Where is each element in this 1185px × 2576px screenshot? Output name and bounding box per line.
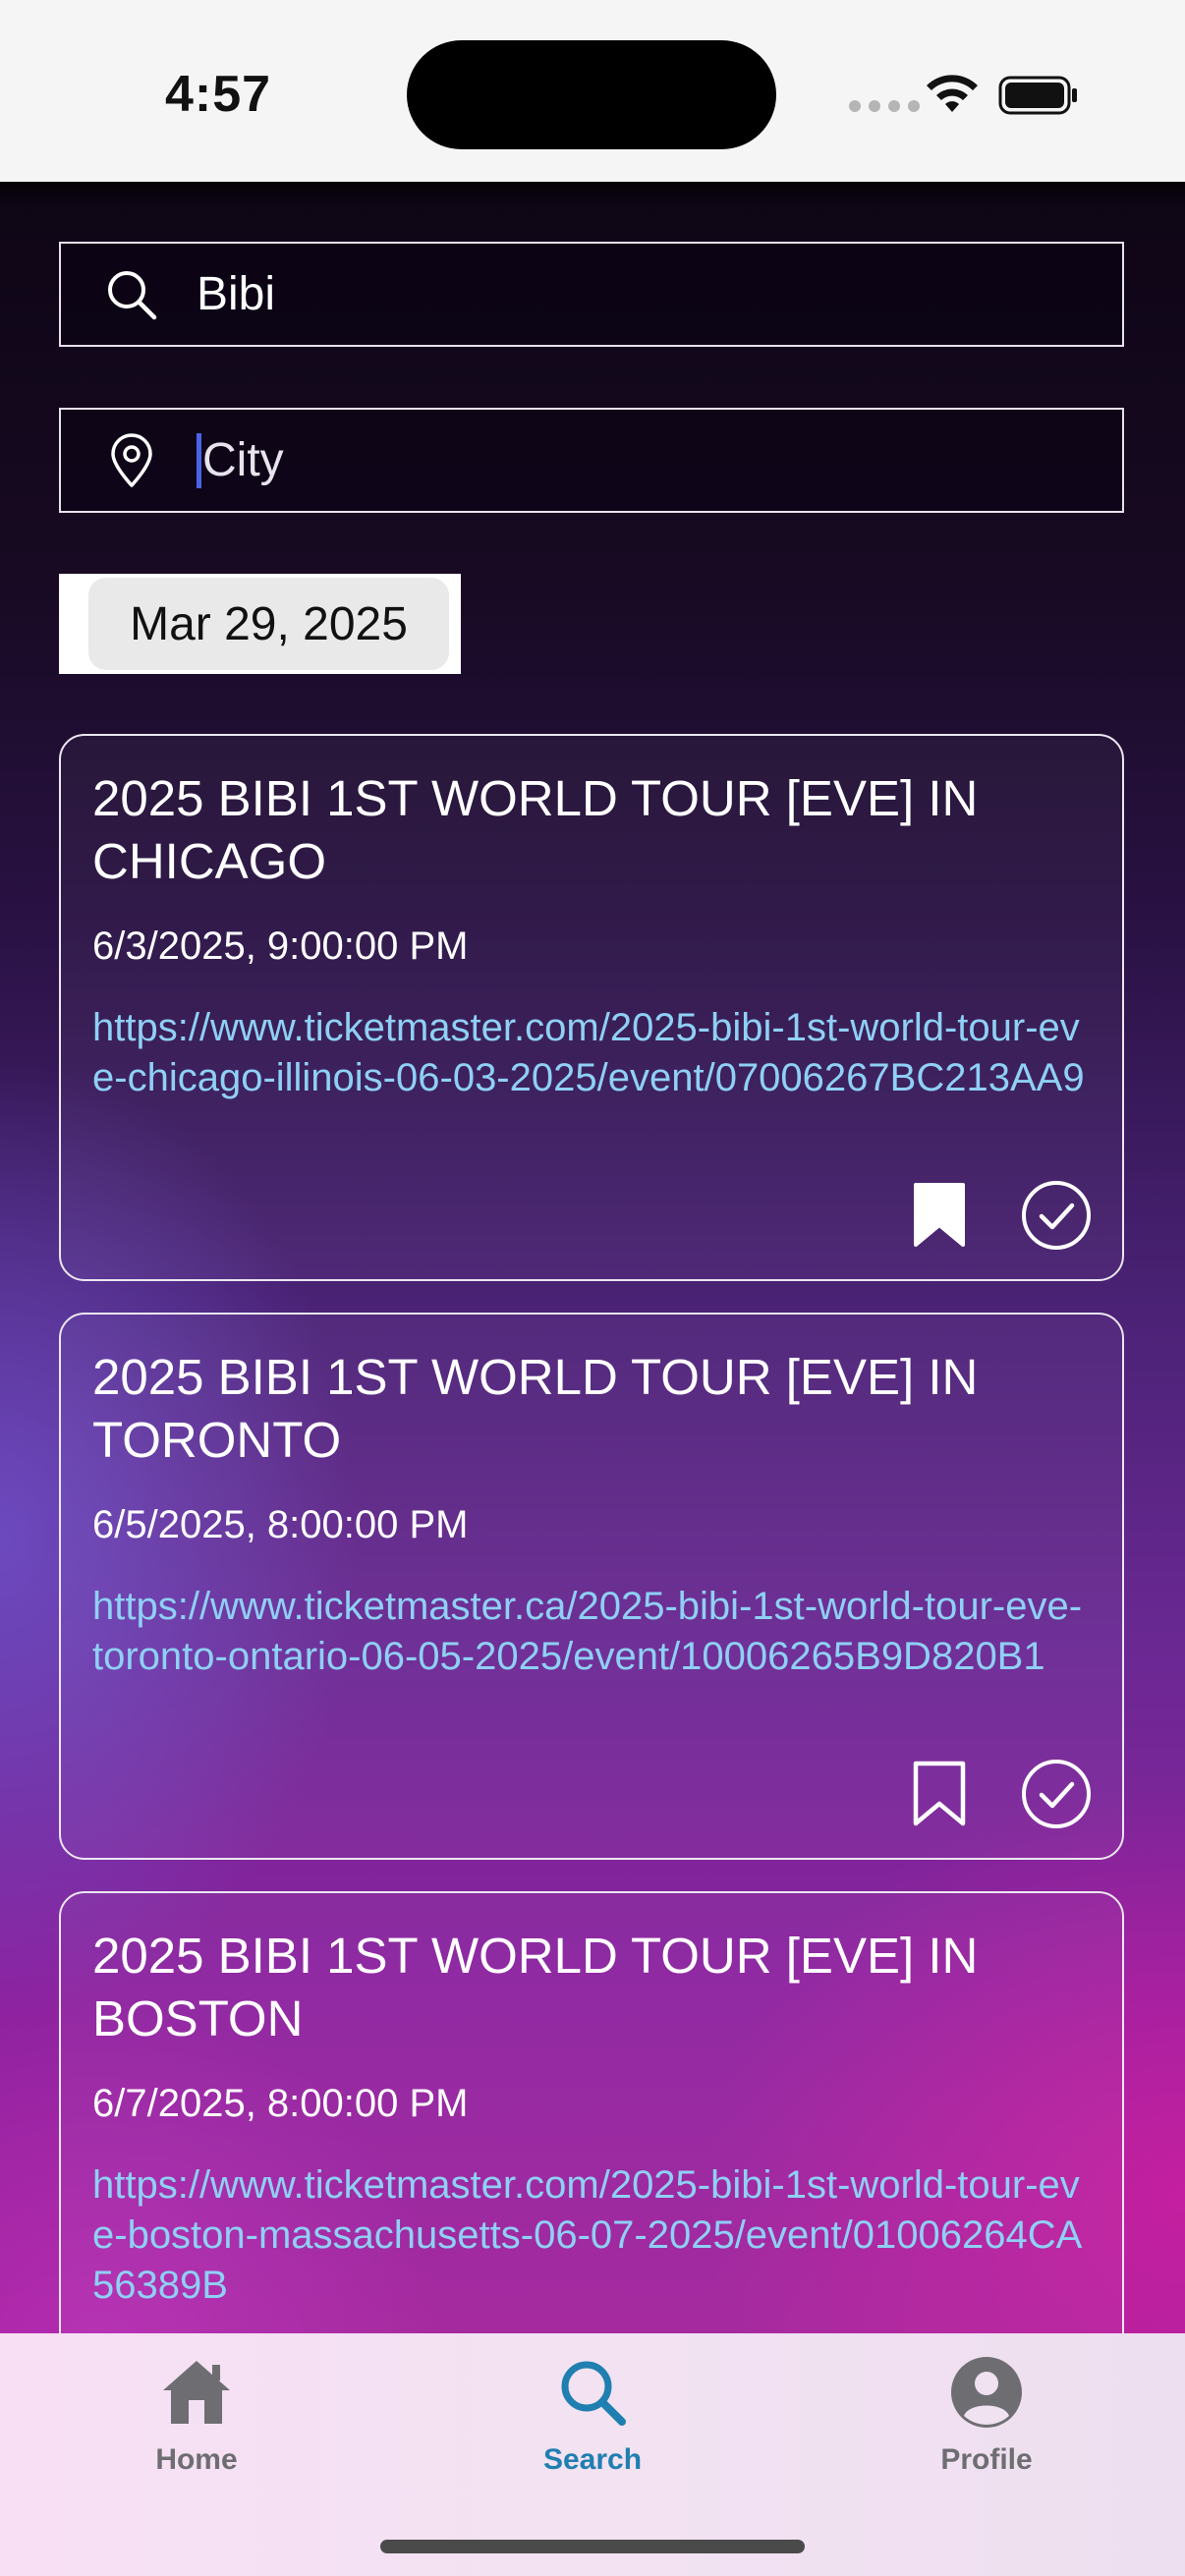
tab-home-label: Home bbox=[155, 2443, 238, 2476]
tab-search[interactable]: Search bbox=[475, 2355, 710, 2477]
tab-search-label: Search bbox=[542, 2443, 643, 2476]
date-picker[interactable]: Mar 29, 2025 bbox=[59, 574, 461, 674]
event-datetime: 6/5/2025, 8:00:00 PM bbox=[92, 1503, 469, 1546]
profile-icon bbox=[951, 2357, 1022, 2428]
event-card[interactable]: 2025 BIBI 1ST WORLD TOUR [EVE] IN TORONT… bbox=[59, 1313, 1124, 1860]
event-card[interactable]: 2025 BIBI 1ST WORLD TOUR [EVE] IN CHICAG… bbox=[59, 734, 1124, 1281]
event-actions bbox=[910, 1758, 1093, 1830]
event-link[interactable]: https://www.ticketmaster.ca/2025-bibi-1s… bbox=[92, 1582, 1085, 1682]
event-datetime: 6/7/2025, 8:00:00 PM bbox=[92, 2082, 469, 2125]
check-circle-icon[interactable] bbox=[1020, 1179, 1093, 1252]
text-cursor bbox=[197, 432, 201, 488]
bookmark-outline-icon[interactable] bbox=[910, 1761, 969, 1827]
dynamic-island bbox=[407, 40, 776, 149]
event-actions bbox=[910, 1179, 1093, 1252]
tab-profile-label: Profile bbox=[940, 2443, 1033, 2476]
city-input[interactable]: City bbox=[59, 408, 1124, 513]
date-picker-value[interactable]: Mar 29, 2025 bbox=[88, 578, 449, 670]
location-pin-icon bbox=[111, 432, 152, 487]
home-icon bbox=[163, 2361, 230, 2424]
search-query-text: Bibi bbox=[197, 268, 276, 320]
bookmark-filled-icon[interactable] bbox=[910, 1182, 969, 1249]
cellular-signal-icon bbox=[849, 100, 920, 112]
event-link[interactable]: https://www.ticketmaster.com/2025-bibi-1… bbox=[92, 2160, 1085, 2311]
search-icon bbox=[108, 270, 157, 319]
tab-profile[interactable]: Profile bbox=[869, 2355, 1104, 2477]
event-title: 2025 BIBI 1ST WORLD TOUR [EVE] IN CHICAG… bbox=[92, 770, 979, 889]
status-time: 4:57 bbox=[165, 66, 272, 123]
check-circle-icon[interactable] bbox=[1020, 1758, 1093, 1830]
event-datetime: 6/3/2025, 9:00:00 PM bbox=[92, 924, 469, 968]
screen: 4:57 Bibi City Mar 29, 2025 2025 BIBI 1S… bbox=[0, 0, 1185, 2576]
search-icon bbox=[561, 2361, 626, 2426]
event-title: 2025 BIBI 1ST WORLD TOUR [EVE] IN BOSTON bbox=[92, 1928, 979, 2046]
wifi-icon bbox=[927, 75, 978, 112]
city-placeholder: City bbox=[202, 434, 284, 486]
search-results-area: Bibi City Mar 29, 2025 2025 BIBI 1ST WOR… bbox=[0, 182, 1185, 2333]
status-bar: 4:57 bbox=[0, 0, 1185, 182]
home-indicator[interactable] bbox=[380, 2540, 805, 2553]
event-link[interactable]: https://www.ticketmaster.com/2025-bibi-1… bbox=[92, 1003, 1085, 1103]
event-title: 2025 BIBI 1ST WORLD TOUR [EVE] IN TORONT… bbox=[92, 1349, 979, 1468]
event-card[interactable]: 2025 BIBI 1ST WORLD TOUR [EVE] IN BOSTON… bbox=[59, 1891, 1124, 2333]
tab-home[interactable]: Home bbox=[79, 2355, 314, 2477]
search-input[interactable]: Bibi bbox=[59, 242, 1124, 347]
battery-icon bbox=[998, 76, 1077, 115]
